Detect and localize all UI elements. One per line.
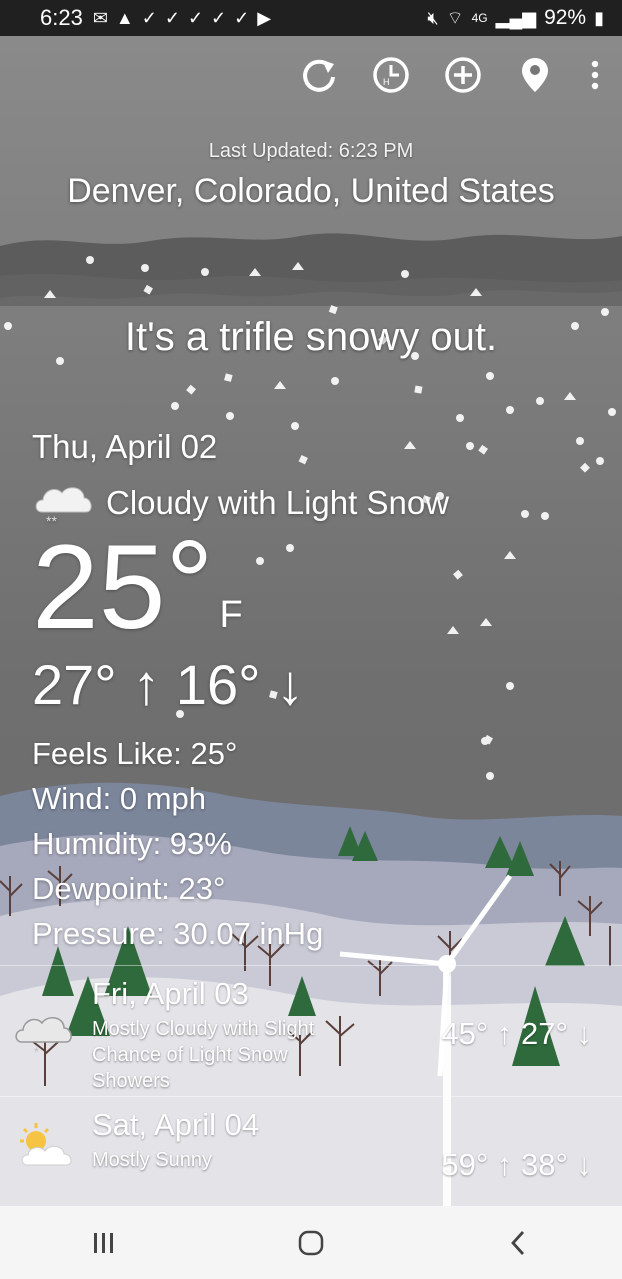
last-updated: Last Updated: 6:23 PM — [208, 140, 414, 162]
high-low-temperature: 27° ↑ 16° ↓ — [32, 653, 305, 716]
dewpoint: Dewpoint: 23° — [32, 871, 226, 906]
weather-tagline: It's a trifle snowy out. — [124, 315, 498, 359]
degree-symbol: ° — [165, 516, 214, 650]
forecast-description: Mostly Sunny — [92, 1149, 213, 1171]
check-icon: ✓ — [234, 7, 250, 28]
forecast-high-low: 59° ↑ 38° ↓ — [441, 1147, 592, 1182]
check-icon: ✓ — [141, 7, 157, 28]
hourly-button[interactable]: H — [372, 56, 410, 94]
check-icon: ✓ — [164, 7, 180, 28]
mute-icon: 🔇︎ — [427, 7, 439, 28]
system-nav-bar — [0, 1206, 622, 1279]
more-icon — [591, 60, 599, 90]
refresh-icon — [303, 59, 335, 92]
location-button[interactable] — [516, 56, 554, 94]
current-condition: Cloudy with Light Snow — [106, 484, 450, 521]
home-icon — [298, 1230, 324, 1255]
svg-text:H: H — [383, 77, 390, 87]
wind: Wind: 0 mph — [32, 781, 207, 816]
forecast-day: Fri, April 03 — [92, 976, 249, 1011]
current-conditions: Thu, April 02 ** Cloudy with Light Snow … — [32, 428, 592, 956]
recents-icon — [93, 1232, 113, 1253]
cloud-snow-icon: * — [15, 1016, 72, 1058]
alert-icon: ▲ — [115, 7, 134, 28]
forecast-high-low: 45° ↑ 27° ↓ — [441, 1016, 592, 1051]
current-temperature: 25 — [32, 520, 166, 654]
battery-icon: ▮ — [594, 7, 604, 28]
hourly-icon: H — [373, 57, 409, 93]
location-pin-icon — [522, 58, 548, 92]
battery-percent: 92% — [544, 6, 587, 29]
svg-text:*: * — [34, 1045, 39, 1058]
weather-details: Feels Like: 25° Wind: 0 mph Humidity: 93… — [32, 731, 592, 956]
check-icon: ✓ — [211, 7, 227, 28]
forecast-day: Sat, April 04 — [92, 1107, 260, 1142]
temperature-unit[interactable]: F — [219, 594, 242, 637]
forecast-list: * Fri, April 03 Mostly Cloudy with Sligh… — [0, 965, 622, 1194]
back-icon — [511, 1230, 525, 1255]
network-type: 4G — [471, 11, 488, 25]
more-options-button[interactable] — [588, 56, 602, 94]
check-icon: ✓ — [187, 7, 204, 28]
humidity: Humidity: 93% — [32, 826, 232, 861]
wifi-calling-icon: ⌔ — [446, 7, 464, 28]
feels-like: Feels Like: 25° — [32, 736, 238, 771]
forecast-row[interactable]: * Fri, April 03 Mostly Cloudy with Sligh… — [0, 965, 622, 1096]
status-bar: 6:23 ✉ ▲ ✓ ✓ ✓ ✓ ✓ ▶ 🔇︎ ⌔ 4G ▂▄▆ 92% ▮ — [0, 0, 622, 36]
refresh-button[interactable] — [300, 56, 338, 94]
status-time: 6:23 — [40, 5, 83, 30]
sun-cloud-icon — [20, 1123, 72, 1166]
forecast-description: Mostly Cloudy with Slight Chance of Ligh… — [92, 1018, 315, 1092]
add-location-button[interactable] — [444, 56, 482, 94]
add-icon — [445, 57, 481, 93]
youtube-icon: ▶ — [257, 7, 272, 28]
current-date: Thu, April 02 — [32, 428, 218, 465]
recents-button[interactable] — [74, 1223, 134, 1263]
home-button[interactable] — [281, 1223, 341, 1263]
back-button[interactable] — [488, 1223, 548, 1263]
pressure: Pressure: 30.07 inHg — [32, 916, 324, 951]
gmail-icon: ✉ — [92, 7, 108, 28]
location-title[interactable]: Denver, Colorado, United States — [0, 172, 622, 211]
app-toolbar: H — [300, 56, 602, 94]
temperature-row: 25 ° F — [32, 516, 592, 654]
signal-icon: ▂▄▆ — [495, 7, 537, 28]
forecast-row[interactable]: Sat, April 04 Mostly Sunny 59° ↑ 38° ↓ — [0, 1096, 622, 1194]
